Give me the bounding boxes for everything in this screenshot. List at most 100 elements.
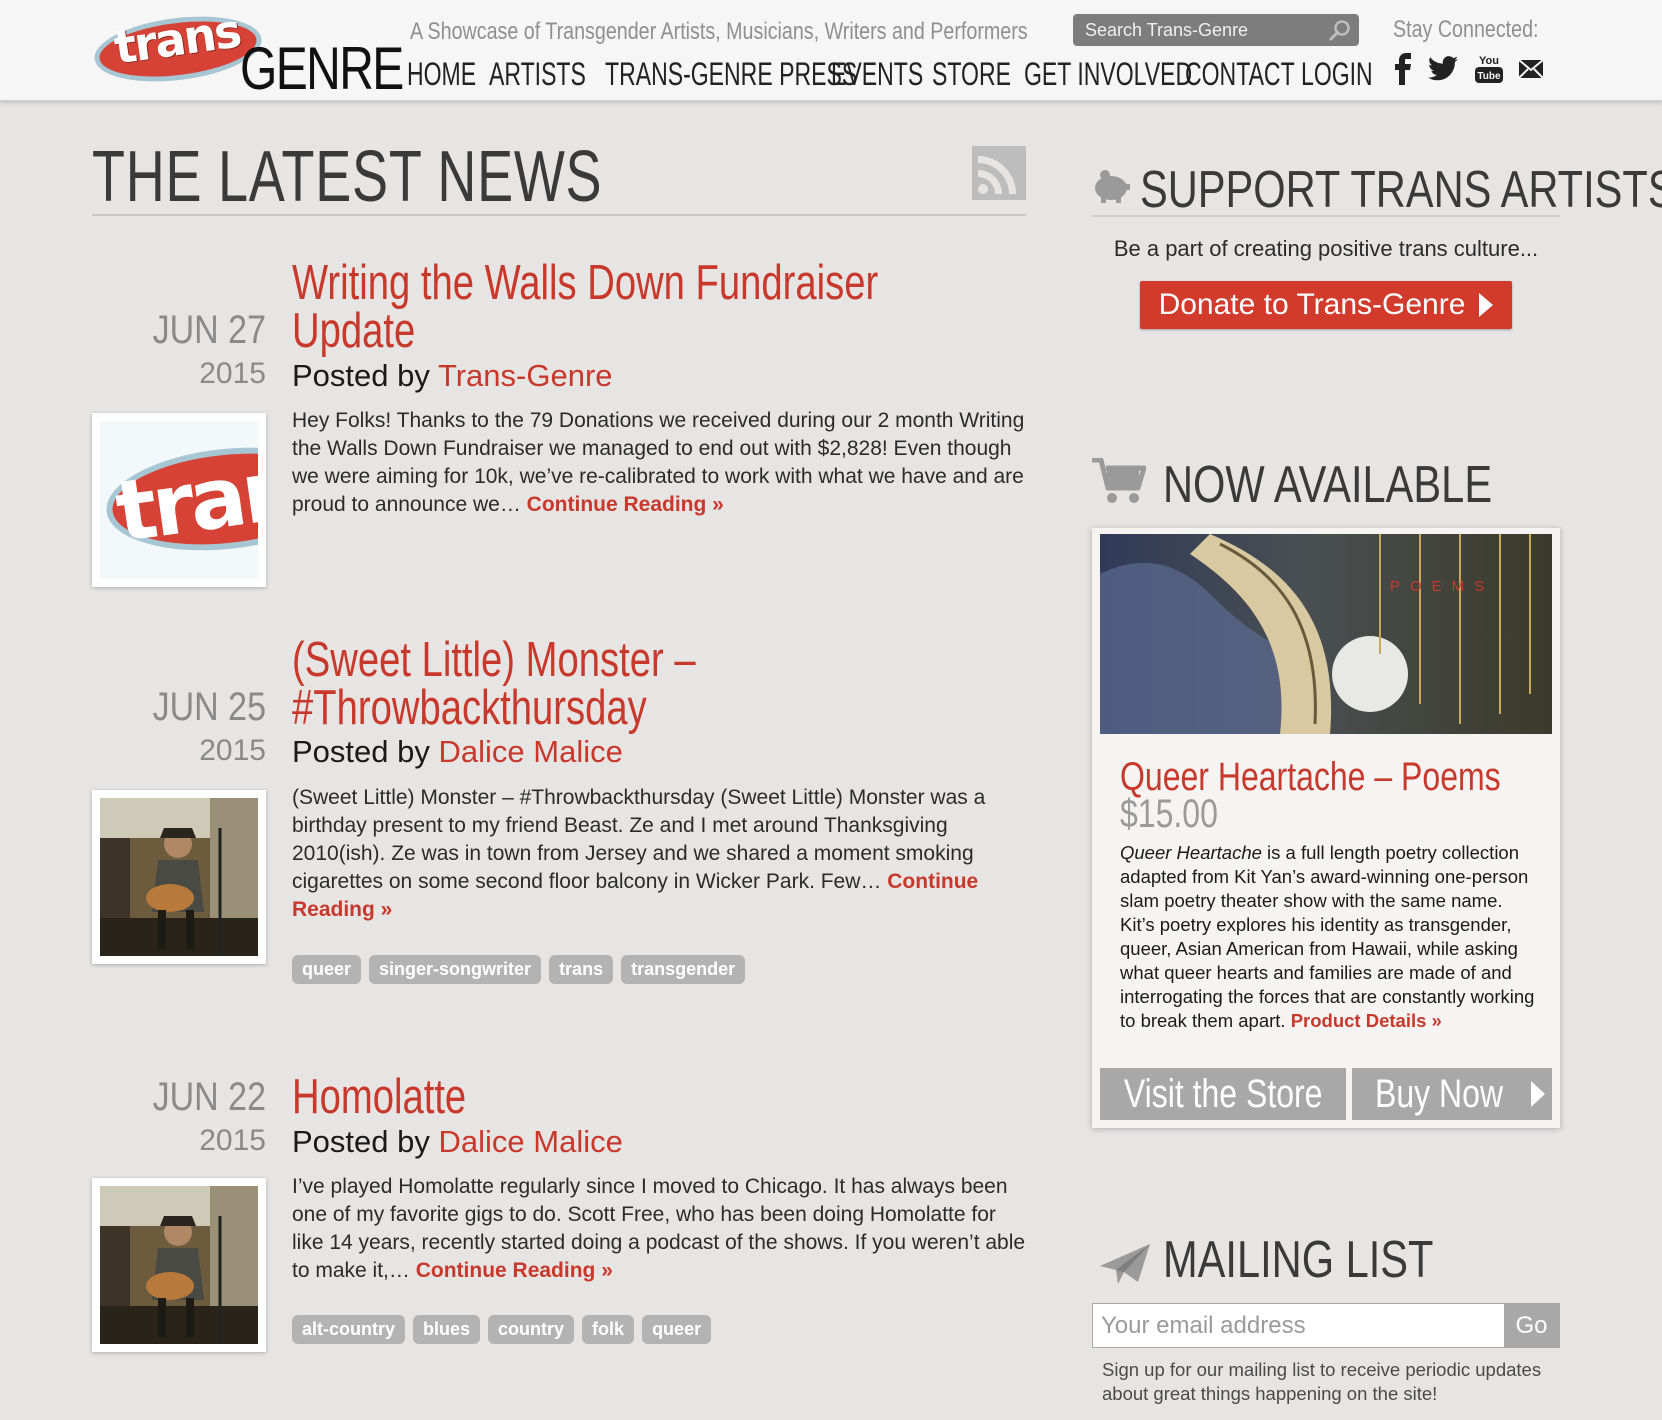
thumbnail-logo-image: tran	[100, 421, 258, 579]
support-title: SUPPORT TRANS ARTISTS	[1140, 161, 1662, 219]
buy-now-label: Buy Now	[1374, 1071, 1504, 1116]
visit-store-label: Visit the Store	[1123, 1071, 1323, 1116]
play-arrow-icon	[1479, 293, 1494, 317]
donate-label: Donate to Trans-Genre	[1158, 288, 1466, 321]
post-title-line-1[interactable]: Writing the Walls Down Fundraiser	[292, 259, 878, 308]
rss-icon[interactable]	[972, 146, 1026, 200]
posted-by-label: Posted by	[292, 1124, 430, 1159]
product-desc-text: is a full length poetry collection adapt…	[1120, 842, 1535, 1031]
post-author-link[interactable]: Dalice Malice	[439, 734, 623, 769]
post-excerpt: (Sweet Little) Monster – #Throwbackthurs…	[292, 784, 1027, 924]
tag-blues[interactable]: blues	[413, 1315, 481, 1344]
nav-events[interactable]: EVENTS	[831, 56, 923, 93]
svg-text:You: You	[1479, 55, 1499, 67]
search-box	[1073, 14, 1359, 46]
support-subtitle: Be a part of creating positive trans cul…	[1113, 236, 1539, 261]
post-title-line-1[interactable]: (Sweet Little) Monster –	[292, 636, 696, 685]
cover-poems-text: POEMS	[1390, 578, 1495, 595]
posted-by-label: Posted by	[292, 734, 430, 769]
product-cover-image[interactable]: POEMS	[1100, 534, 1552, 734]
post-tags: alt-country blues country folk queer	[292, 1315, 712, 1344]
nav-trans-genre-press[interactable]: TRANS-GENRE PRESS	[605, 56, 857, 93]
mailing-list-subtitle: Sign up for our mailing list to receive …	[1102, 1359, 1542, 1404]
donate-button[interactable]: Donate to Trans-Genre	[1140, 281, 1512, 329]
tag-alt-country[interactable]: alt-country	[292, 1315, 406, 1344]
tag-transgender[interactable]: transgender	[621, 955, 746, 984]
email-field[interactable]	[1093, 1304, 1504, 1347]
support-divider	[1092, 215, 1560, 217]
mailing-list-title: MAILING LIST	[1163, 1231, 1434, 1289]
nav-get-involved[interactable]: GET INVOLVED	[1024, 56, 1192, 93]
product-details-link[interactable]: Product Details »	[1291, 1010, 1442, 1031]
post-date: JUN 22 2015	[91, 1075, 266, 1158]
tag-queer[interactable]: queer	[642, 1315, 712, 1344]
product-price: $15.00	[1120, 792, 1218, 836]
post-date: JUN 25 2015	[91, 685, 266, 768]
twitter-icon[interactable]	[1428, 52, 1458, 86]
site-logo[interactable]: trans GENRE	[90, 4, 404, 102]
continue-reading-link[interactable]: Continue Reading »	[527, 493, 724, 516]
post-month-day: JUN 25	[152, 685, 266, 729]
product-desc-title: Queer Heartache	[1120, 842, 1262, 863]
post-thumbnail[interactable]	[92, 790, 266, 964]
post-author-link[interactable]: Trans-Genre	[438, 358, 613, 393]
post-author-link[interactable]: Dalice Malice	[439, 1124, 623, 1159]
post-date: JUN 27 2015	[91, 308, 266, 391]
post-thumbnail[interactable]: tran	[92, 413, 266, 587]
news-divider	[92, 214, 1026, 216]
posted-by-label: Posted by	[292, 358, 430, 393]
tag-singer-songwriter[interactable]: singer-songwriter	[369, 955, 542, 984]
site-header: trans GENRE A Showcase of Transgender Ar…	[0, 0, 1662, 102]
svg-text:Tube: Tube	[1477, 71, 1501, 82]
play-arrow-icon	[1531, 1081, 1546, 1107]
post-year: 2015	[199, 1124, 266, 1157]
post-title-line-2[interactable]: Update	[292, 307, 415, 356]
news-section-title: THE LATEST NEWS	[92, 137, 603, 217]
post-byline: Posted by Dalice Malice	[292, 734, 623, 770]
tag-folk[interactable]: folk	[582, 1315, 635, 1344]
musician-photo	[100, 1186, 258, 1344]
excerpt-text: I’ve played Homolatte regularly since I …	[292, 1175, 1026, 1282]
post-year: 2015	[199, 357, 266, 390]
youtube-icon[interactable]: You Tube	[1474, 52, 1504, 86]
tag-country[interactable]: country	[488, 1315, 575, 1344]
mailing-list-form: Go	[1092, 1303, 1560, 1348]
post-thumbnail[interactable]	[92, 1178, 266, 1352]
product-card: POEMS Queer Heartache – Poems $15.00 Que…	[1092, 528, 1560, 1128]
post-title-line-2[interactable]: #Throwbackthursday	[292, 684, 647, 733]
buy-now-button[interactable]: Buy Now	[1352, 1068, 1552, 1120]
now-available-title: NOW AVAILABLE	[1163, 456, 1493, 514]
site-tagline: A Showcase of Transgender Artists, Music…	[410, 18, 1028, 45]
post-tags: queer singer-songwriter trans transgende…	[292, 955, 746, 984]
visit-store-button[interactable]: Visit the Store	[1100, 1068, 1346, 1120]
post-title-line-1[interactable]: Homolatte	[292, 1073, 466, 1122]
post-month-day: JUN 27	[152, 308, 266, 352]
nav-store[interactable]: STORE	[932, 56, 1011, 93]
piggy-bank-icon	[1095, 170, 1130, 203]
go-button[interactable]: Go	[1504, 1304, 1559, 1347]
product-description: Queer Heartache is a full length poetry …	[1120, 841, 1540, 1033]
post-byline: Posted by Dalice Malice	[292, 1124, 623, 1160]
nav-contact[interactable]: CONTACT	[1185, 56, 1295, 93]
musician-photo	[100, 798, 258, 956]
logo-genre-text: GENRE	[240, 35, 404, 102]
mail-icon[interactable]	[1516, 52, 1546, 86]
post-byline: Posted by Trans-Genre	[292, 358, 613, 394]
tag-queer[interactable]: queer	[292, 955, 362, 984]
post-month-day: JUN 22	[152, 1075, 266, 1119]
shopping-cart-icon	[1092, 458, 1146, 503]
paper-plane-icon	[1100, 1244, 1150, 1284]
post-excerpt: I’ve played Homolatte regularly since I …	[292, 1173, 1027, 1285]
search-icon[interactable]	[1329, 19, 1351, 41]
search-input[interactable]	[1085, 19, 1325, 41]
excerpt-text: (Sweet Little) Monster – #Throwbackthurs…	[292, 786, 986, 893]
stay-connected-label: Stay Connected:	[1393, 16, 1539, 43]
post-year: 2015	[199, 734, 266, 767]
facebook-icon[interactable]	[1388, 52, 1418, 86]
nav-home[interactable]: HOME	[407, 56, 476, 93]
tag-trans[interactable]: trans	[549, 955, 614, 984]
nav-login[interactable]: LOGIN	[1301, 56, 1373, 93]
continue-reading-link[interactable]: Continue Reading »	[416, 1259, 613, 1282]
nav-artists[interactable]: ARTISTS	[489, 56, 586, 93]
post-excerpt: Hey Folks! Thanks to the 79 Donations we…	[292, 407, 1027, 519]
